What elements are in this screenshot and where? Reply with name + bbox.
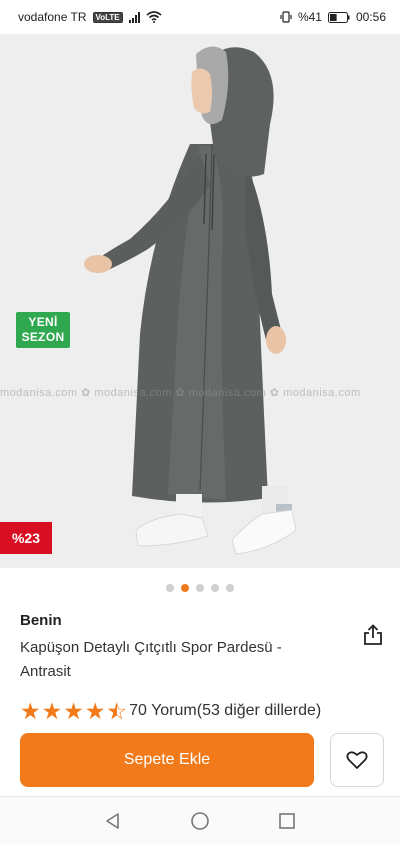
product-title: Kapüşon Detaylı Çıtçıtlı Spor Pardesü - … (20, 639, 282, 680)
share-icon (364, 624, 382, 645)
carrier-name: vodafone TR (18, 10, 87, 24)
recents-icon (278, 812, 295, 829)
heart-icon (346, 751, 368, 769)
pager-dot[interactable] (211, 584, 219, 592)
watermark: modanisa.com ✿ modanisa.com ✿ modanisa.c… (0, 387, 361, 399)
image-pager[interactable] (0, 584, 400, 592)
add-to-cart-button[interactable]: Sepete Ekle (20, 733, 314, 787)
new-season-badge: YENİ SEZON (16, 312, 70, 348)
pager-dot[interactable] (196, 584, 204, 592)
wifi-icon (146, 11, 162, 23)
volte-badge: VoLTE (92, 11, 123, 23)
product-image[interactable]: YENİ SEZON modanisa.com ✿ modanisa.com ✿… (0, 34, 400, 568)
star-half-icon: ★ (107, 698, 128, 724)
android-nav-bar (0, 797, 400, 844)
brand-name[interactable]: Benin (20, 612, 62, 629)
home-button[interactable] (185, 806, 215, 836)
favorite-button[interactable] (330, 733, 384, 787)
clock: 00:56 (355, 10, 386, 24)
status-bar-left: vodafone TR VoLTE (18, 10, 162, 24)
status-bar: vodafone TR VoLTE %41 00:56 (0, 0, 400, 34)
pager-dot[interactable] (226, 584, 234, 592)
recents-button[interactable] (272, 806, 302, 836)
battery-percent: %41 (297, 10, 322, 24)
rating-stars: ★★★★★ (20, 698, 127, 724)
discount-badge: %23 (0, 522, 52, 554)
back-icon (106, 812, 120, 829)
vibrate-icon (280, 11, 292, 23)
star-full-icon: ★ (63, 698, 84, 724)
share-button[interactable] (360, 622, 386, 648)
pager-dot[interactable] (166, 584, 174, 592)
status-bar-right: %41 00:56 (280, 10, 386, 24)
review-count[interactable]: 70 Yorum (129, 702, 197, 720)
new-season-line1: YENİ (28, 315, 58, 329)
new-season-line2: SEZON (21, 330, 65, 344)
product-photo (84, 46, 297, 555)
home-icon (191, 811, 209, 830)
signal-icon (128, 11, 140, 23)
star-full-icon: ★ (41, 698, 63, 724)
battery-icon (327, 11, 350, 23)
star-full-icon: ★ (84, 698, 106, 724)
pager-dot[interactable] (181, 584, 189, 592)
back-button[interactable] (98, 806, 128, 836)
star-full-icon: ★ (20, 698, 41, 724)
other-languages[interactable]: (53 diğer dillerde) (197, 702, 322, 720)
rating-row[interactable]: ★★★★★ 70 Yorum (53 diğer dillerde) (20, 698, 321, 724)
